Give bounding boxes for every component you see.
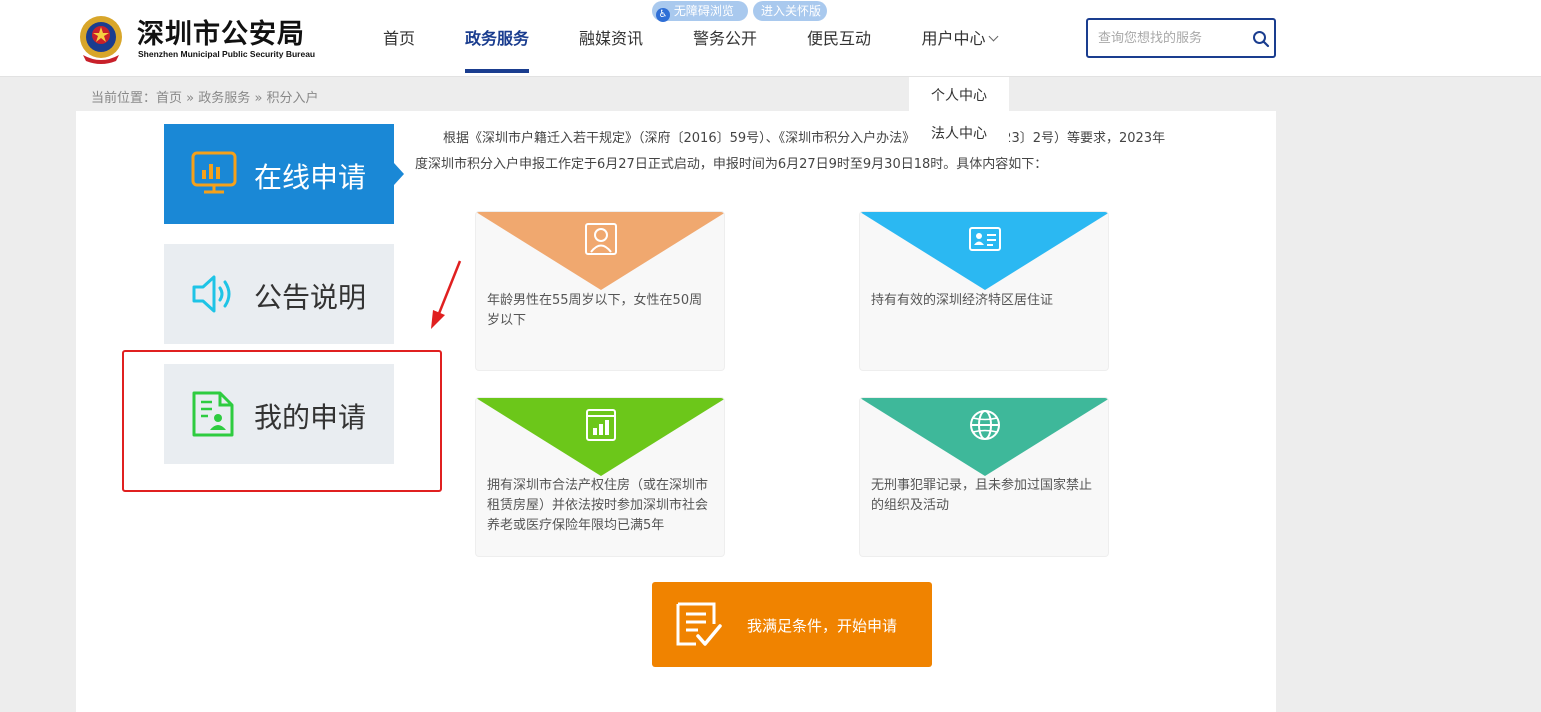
condition-card-criminal-record: 无刑事犯罪记录，且未参加过国家禁止的组织及活动 <box>859 397 1109 557</box>
sidebar-announcement[interactable]: 公告说明 <box>164 244 394 344</box>
start-apply-label: 我满足条件，开始申请 <box>747 617 898 635</box>
accessibility-mode-label: 无障碍浏览 <box>673 4 734 18</box>
breadcrumb-separator: » <box>186 91 195 106</box>
search-icon[interactable] <box>1252 30 1270 48</box>
police-emblem-icon[interactable] <box>76 11 126 65</box>
breadcrumb-services[interactable]: 政务服务 <box>198 91 250 106</box>
nav-government-services[interactable]: 政务服务 <box>465 25 529 49</box>
header: 深圳市公安局 Shenzhen Municipal Public Securit… <box>0 0 1541 77</box>
logo-title[interactable]: 深圳市公安局 <box>137 12 305 51</box>
condition-text: 年龄男性在55周岁以下，女性在50周岁以下 <box>487 293 703 328</box>
condition-card-housing: 拥有深圳市合法产权住房（或在深圳市租赁房屋）并依法按时参加深圳市社会养老或医疗保… <box>475 397 725 557</box>
person-icon <box>585 223 617 255</box>
nav-home[interactable]: 首页 <box>383 25 415 49</box>
menu-item-corporate-center[interactable]: 法人中心 <box>909 115 1009 153</box>
breadcrumb-separator: » <box>254 91 263 106</box>
nav-media-news[interactable]: 融媒资讯 <box>579 25 643 49</box>
monitor-chart-icon <box>191 151 237 194</box>
condition-text: 拥有深圳市合法产权住房（或在深圳市租赁房屋）并依法按时参加深圳市社会养老或医疗保… <box>487 478 709 533</box>
speaker-icon <box>192 275 231 313</box>
highlight-box <box>122 350 442 492</box>
sidebar-online-apply[interactable]: 在线申请 <box>164 124 394 224</box>
chart-doc-icon <box>586 409 616 441</box>
nav-user-center-label: 用户中心 <box>921 29 986 48</box>
accessibility-mode-button[interactable]: ♿ 无障碍浏览 <box>652 1 748 22</box>
condition-card-residence: 持有有效的深圳经济特区居住证 <box>859 211 1109 371</box>
red-arrow-icon <box>431 260 462 329</box>
condition-text: 持有有效的深圳经济特区居住证 <box>871 293 1054 308</box>
user-center-dropdown: 个人中心 法人中心 <box>909 77 1009 155</box>
menu-item-personal-center[interactable]: 个人中心 <box>909 77 1009 115</box>
breadcrumb-home[interactable]: 首页 <box>156 91 182 106</box>
condition-text: 无刑事犯罪记录，且未参加过国家禁止的组织及活动 <box>871 478 1093 513</box>
condition-card-age: 年龄男性在55周岁以下，女性在50周岁以下 <box>475 211 725 371</box>
breadcrumb: 当前位置：首页 » 政务服务 » 积分入户 <box>91 87 319 106</box>
nav-active-underline <box>465 69 529 73</box>
checklist-icon <box>676 602 722 646</box>
active-pointer-arrow <box>394 163 404 185</box>
nav-user-center[interactable]: 用户中心 <box>909 25 1009 77</box>
globe-icon <box>970 410 1000 440</box>
search-input[interactable] <box>1098 28 1243 48</box>
wheelchair-icon: ♿ <box>656 8 670 22</box>
elder-mode-button[interactable]: 进入关怀版 <box>753 1 827 21</box>
logo-subtitle: Shenzhen Municipal Public Security Burea… <box>138 49 316 59</box>
id-card-icon <box>969 227 1001 251</box>
sidebar-item-label: 公告说明 <box>254 281 367 314</box>
breadcrumb-current: 积分入户 <box>266 91 319 106</box>
search-box <box>1086 18 1276 58</box>
start-apply-button[interactable]: 我满足条件，开始申请 <box>652 582 932 667</box>
sidebar-item-label: 在线申请 <box>254 161 367 194</box>
nav-police-affairs[interactable]: 警务公开 <box>693 25 757 49</box>
chevron-down-icon <box>988 31 998 42</box>
intro-paragraph: 根据《深圳市户籍迁入若干规定》（深府〔2016〕59号）、《深圳市积分入户办法》… <box>415 131 1166 172</box>
nav-public-interaction[interactable]: 便民互动 <box>807 25 871 49</box>
breadcrumb-prefix: 当前位置： <box>91 91 157 106</box>
